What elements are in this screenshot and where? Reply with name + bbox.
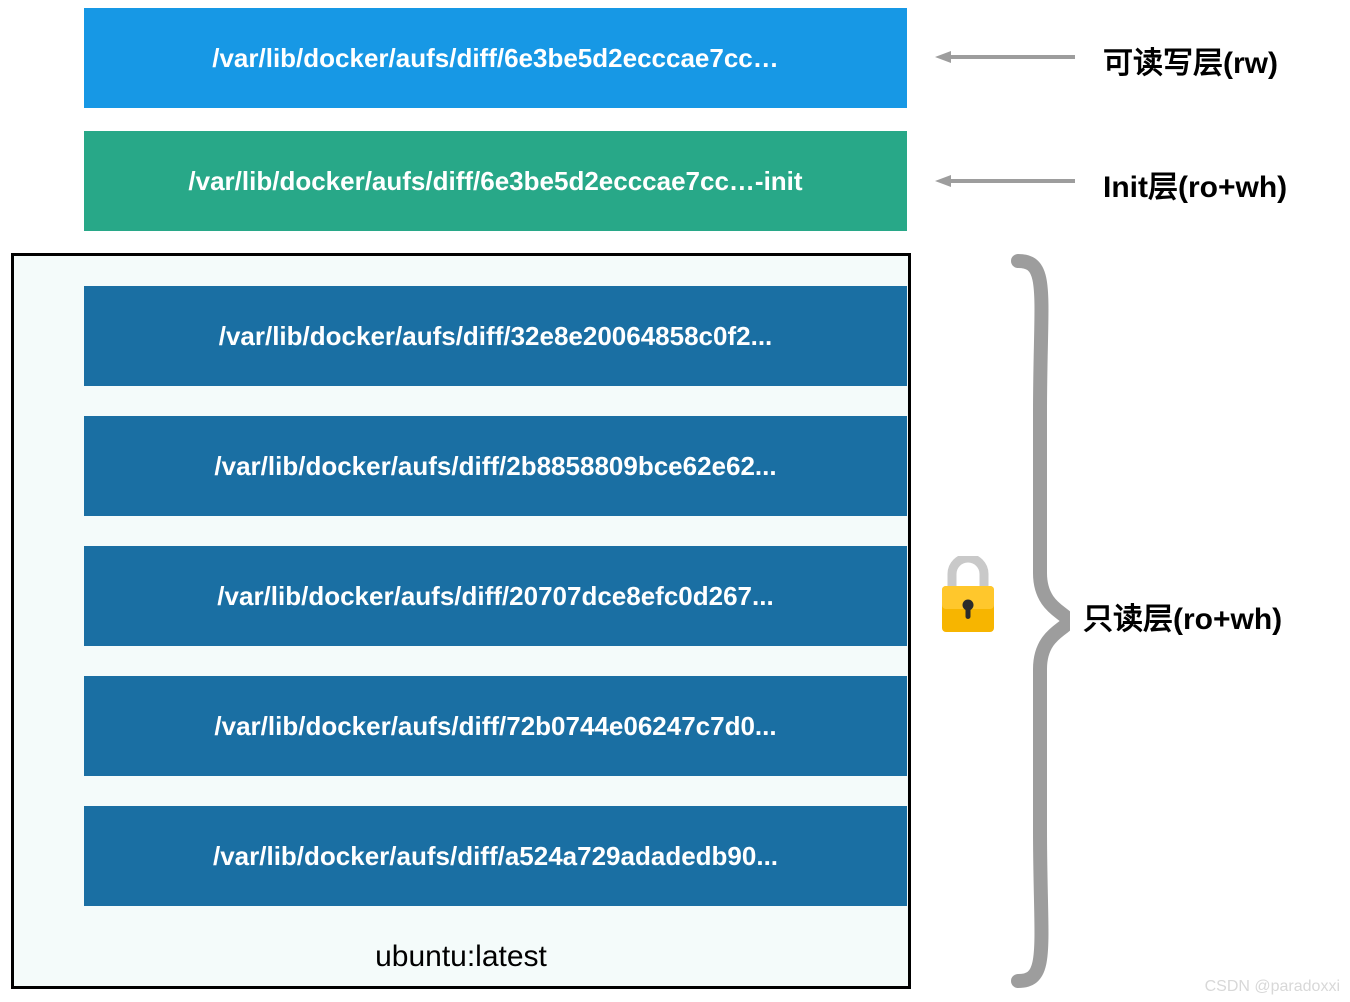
readonly-layer-path: /var/lib/docker/aufs/diff/2b8858809bce62… [214,451,776,482]
watermark-text: CSDN @paradoxxi [1205,978,1340,996]
init-layer-label: Init层(ro+wh) [1103,162,1287,206]
readonly-layer-1: /var/lib/docker/aufs/diff/32e8e20064858c… [84,286,907,386]
init-layer-path: /var/lib/docker/aufs/diff/6e3be5d2ecccae… [188,166,802,197]
image-tag-label: ubuntu:latest [14,940,908,974]
rw-layer-path: /var/lib/docker/aufs/diff/6e3be5d2ecccae… [212,43,779,74]
readonly-layer-label: 只读层(ro+wh) [1083,594,1282,638]
readonly-container: /var/lib/docker/aufs/diff/32e8e20064858c… [11,253,911,989]
rw-layer-box: /var/lib/docker/aufs/diff/6e3be5d2ecccae… [84,8,907,108]
brace-icon [1010,253,1070,989]
rw-layer-label: 可读写层(rw) [1103,38,1278,82]
lock-icon [938,556,998,634]
readonly-layer-path: /var/lib/docker/aufs/diff/20707dce8efc0d… [217,581,773,612]
readonly-layer-2: /var/lib/docker/aufs/diff/2b8858809bce62… [84,416,907,516]
readonly-layer-4: /var/lib/docker/aufs/diff/72b0744e06247c… [84,676,907,776]
readonly-layer-path: /var/lib/docker/aufs/diff/a524a729adaded… [213,841,778,872]
readonly-layer-3: /var/lib/docker/aufs/diff/20707dce8efc0d… [84,546,907,646]
readonly-layer-5: /var/lib/docker/aufs/diff/a524a729adaded… [84,806,907,906]
arrow-icon [935,174,1075,188]
readonly-layer-path: /var/lib/docker/aufs/diff/32e8e20064858c… [219,321,773,352]
init-layer-box: /var/lib/docker/aufs/diff/6e3be5d2ecccae… [84,131,907,231]
arrow-icon [935,50,1075,64]
readonly-layer-path: /var/lib/docker/aufs/diff/72b0744e06247c… [214,711,776,742]
